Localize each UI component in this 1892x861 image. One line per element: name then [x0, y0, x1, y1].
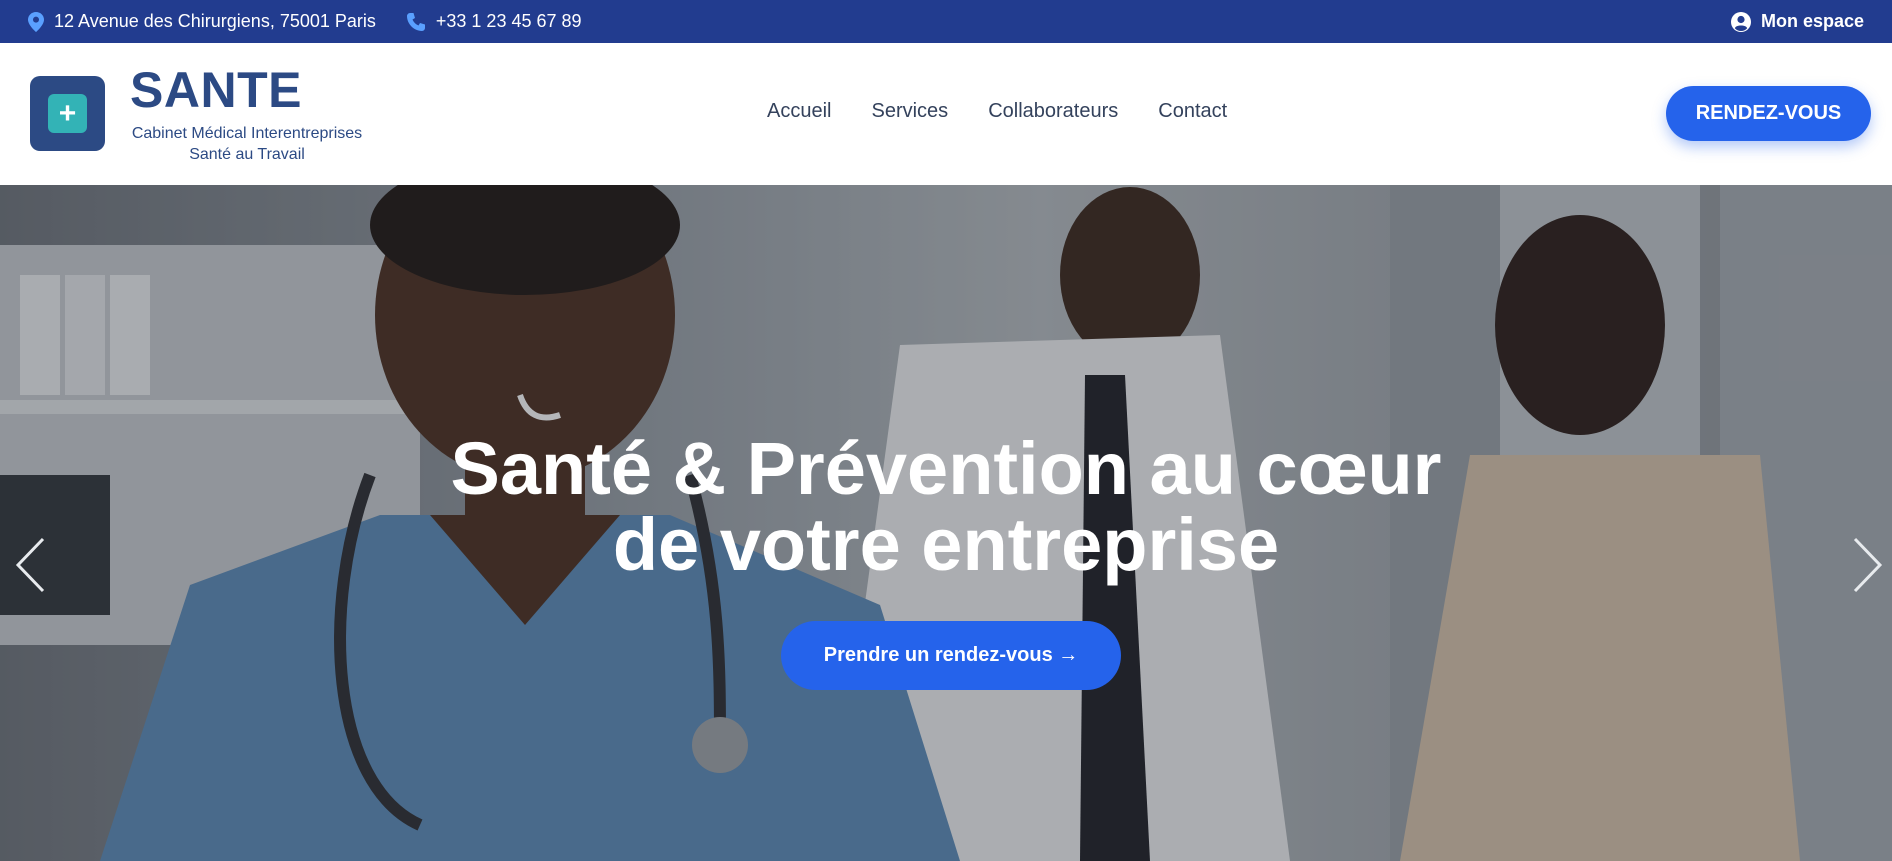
- carousel-next-button[interactable]: [1848, 530, 1888, 600]
- phone-icon: [406, 12, 425, 31]
- chevron-right-icon: [1853, 537, 1883, 593]
- hero-title-line-1: Santé & Prévention au cœur: [450, 427, 1442, 510]
- address-text: 12 Avenue des Chirurgiens, 75001 Paris: [54, 11, 376, 31]
- address-info: 12 Avenue des Chirurgiens, 75001 Paris: [28, 11, 376, 32]
- nav-item-services[interactable]: Services: [871, 100, 948, 123]
- chevron-left-icon: [15, 537, 45, 593]
- plus-icon: +: [48, 94, 87, 133]
- logo[interactable]: +: [30, 76, 105, 151]
- hero-title: Santé & Prévention au cœur de votre entr…: [0, 431, 1892, 583]
- contact-info: 12 Avenue des Chirurgiens, 75001 Paris +…: [28, 11, 582, 32]
- user-circle-icon: [1730, 11, 1751, 32]
- tagline-line-2: Santé au Travail: [189, 146, 305, 163]
- phone-info[interactable]: +33 1 23 45 67 89: [406, 11, 582, 32]
- hero-title-line-2: de votre entreprise: [612, 503, 1280, 586]
- tagline-line-1: Cabinet Médical Interentreprises: [131, 125, 363, 142]
- nav-item-home[interactable]: Accueil: [767, 100, 831, 123]
- hero-carousel: Santé & Prévention au cœur de votre entr…: [0, 185, 1892, 861]
- top-info-bar: 12 Avenue des Chirurgiens, 75001 Paris +…: [0, 0, 1892, 43]
- brand-tagline: Cabinet Médical Interentreprises Santé a…: [128, 123, 366, 165]
- carousel-prev-button[interactable]: [10, 530, 50, 600]
- site-header: + SANTE Cabinet Médical Interentreprises…: [0, 43, 1892, 185]
- main-nav: Accueil Services Collaborateurs Contact: [767, 100, 1227, 123]
- nav-item-team[interactable]: Collaborateurs: [988, 100, 1118, 123]
- nav-item-contact[interactable]: Contact: [1158, 100, 1227, 123]
- account-link[interactable]: Mon espace: [1730, 11, 1864, 32]
- appointment-button[interactable]: RENDEZ-VOUS: [1666, 86, 1871, 141]
- brand-name[interactable]: SANTE: [130, 61, 302, 119]
- hero-appointment-button[interactable]: Prendre un rendez-vous →: [781, 621, 1121, 690]
- phone-text: +33 1 23 45 67 89: [435, 11, 582, 31]
- map-pin-icon: [28, 11, 44, 32]
- account-label: Mon espace: [1760, 11, 1864, 31]
